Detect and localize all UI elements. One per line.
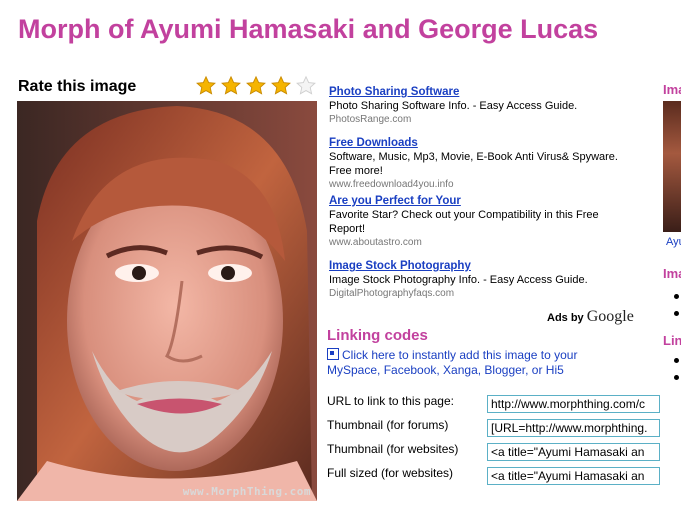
ad-description: Favorite Star? Check out your Compatibil… [329,209,599,235]
star-icon[interactable] [269,75,293,97]
star-icon[interactable] [244,75,268,97]
ad-item: Image Stock Photography Image Stock Phot… [329,259,588,301]
linking-codes-heading: Linking codes [327,327,428,344]
list-bullet [674,294,679,299]
related-thumbnail-caption[interactable]: Ayu [666,236,681,248]
star-rating[interactable] [194,75,318,97]
ad-description: Photo Sharing Software Info. - Easy Acce… [329,100,578,112]
code-label: Full sized (for websites) [327,466,454,480]
ad-url[interactable]: DigitalPhotographyfaqs.com [329,287,588,301]
ad-description: Image Stock Photography Info. - Easy Acc… [329,274,588,286]
ads-by-google-link[interactable]: Ads by Google [547,308,634,326]
ad-item: Are you Perfect for Your Favorite Star? … [329,194,629,250]
google-logo-text: Google [586,308,634,325]
right-column-heading: Ima [663,82,681,97]
ad-url[interactable]: www.freedownload4you.info [329,178,629,192]
ads-by-label: Ads by [547,312,584,324]
add-image-icon [327,348,339,360]
add-to-profile-text: Click here to instantly add this image t… [327,348,578,377]
right-column-heading: Ima [663,266,681,281]
related-thumbnail[interactable] [663,101,681,232]
star-icon[interactable] [219,75,243,97]
ad-title-link[interactable]: Are you Perfect for Your [329,194,629,208]
page-title: Morph of Ayumi Hamasaki and George Lucas [18,14,599,44]
star-empty-icon[interactable] [294,75,318,97]
page-url-field[interactable]: http://www.morphthing.com/c [487,395,660,413]
morph-image[interactable]: www.MorphThing.com [17,101,317,501]
list-bullet [674,358,679,363]
full-size-field[interactable]: <a title="Ayumi Hamasaki an [487,467,660,485]
code-label: URL to link to this page: [327,394,454,408]
watermark-text: www.MorphThing.com [182,485,311,498]
ad-item: Photo Sharing Software Photo Sharing Sof… [329,85,577,127]
face-illustration [17,101,317,501]
code-label: Thumbnail (for forums) [327,418,449,432]
forum-thumbnail-field[interactable]: [URL=http://www.morphthing. [487,419,660,437]
star-icon[interactable] [194,75,218,97]
list-bullet [674,375,679,380]
code-label: Thumbnail (for websites) [327,442,459,456]
ad-title-link[interactable]: Photo Sharing Software [329,85,577,99]
add-to-profile-link[interactable]: Click here to instantly add this image t… [327,348,627,378]
ad-item: Free Downloads Software, Music, Mp3, Mov… [329,136,629,192]
ad-title-link[interactable]: Image Stock Photography [329,259,588,273]
website-thumbnail-field[interactable]: <a title="Ayumi Hamasaki an [487,443,660,461]
rating-label: Rate this image [18,78,137,95]
ad-url[interactable]: www.aboutastro.com [329,236,629,250]
right-column-heading: Lin [663,333,681,348]
list-bullet [674,311,679,316]
ad-description: Software, Music, Mp3, Movie, E-Book Anti… [329,151,618,177]
ad-url[interactable]: PhotosRange.com [329,113,577,127]
ad-title-link[interactable]: Free Downloads [329,136,629,150]
